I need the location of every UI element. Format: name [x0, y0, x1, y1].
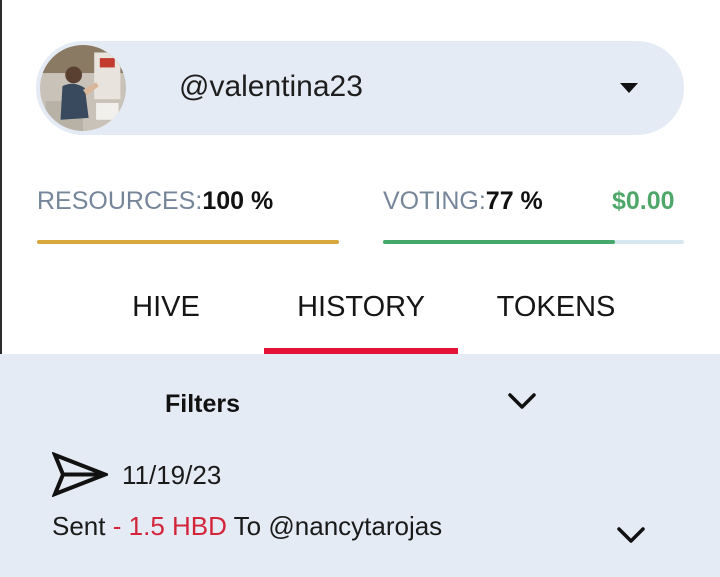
avatar-photo	[40, 45, 126, 131]
entry-amount: 1.5 HBD	[128, 511, 227, 541]
send-icon	[52, 452, 108, 497]
expand-chevron-icon[interactable]	[616, 525, 646, 545]
tab-history[interactable]: HISTORY	[264, 291, 458, 324]
tab-tokens[interactable]: TOKENS	[480, 291, 632, 324]
voting-bar-fill	[383, 240, 615, 244]
caret-down-icon[interactable]	[620, 83, 638, 93]
entry-preposition: To	[233, 511, 262, 541]
resources-stat: RESOURCES:100 %	[37, 187, 273, 216]
avatar[interactable]	[37, 42, 129, 134]
vote-value: $0.00	[612, 187, 675, 215]
entry-description: Sent - 1.5 HBD To @nancytarojas	[52, 511, 442, 542]
voting-stat: VOTING:77 %	[383, 187, 543, 216]
voting-label: VOTING:	[383, 187, 486, 215]
entry-separator: -	[112, 511, 122, 541]
account-username[interactable]: @valentina23	[179, 70, 363, 104]
history-panel	[0, 354, 720, 577]
entry-date: 11/19/23	[122, 460, 222, 490]
resources-value: 100 %	[202, 187, 274, 215]
voting-bar	[383, 240, 684, 244]
tab-hive[interactable]: HIVE	[104, 291, 228, 324]
voting-value: 77 %	[485, 187, 543, 215]
resources-bar-fill	[37, 240, 339, 244]
entry-action: Sent	[52, 511, 106, 541]
chevron-down-icon[interactable]	[507, 391, 537, 411]
resources-label: RESOURCES:	[37, 187, 203, 215]
resources-bar	[37, 240, 339, 244]
filters-label[interactable]: Filters	[165, 390, 240, 419]
entry-counterparty[interactable]: @nancytarojas	[268, 511, 442, 541]
